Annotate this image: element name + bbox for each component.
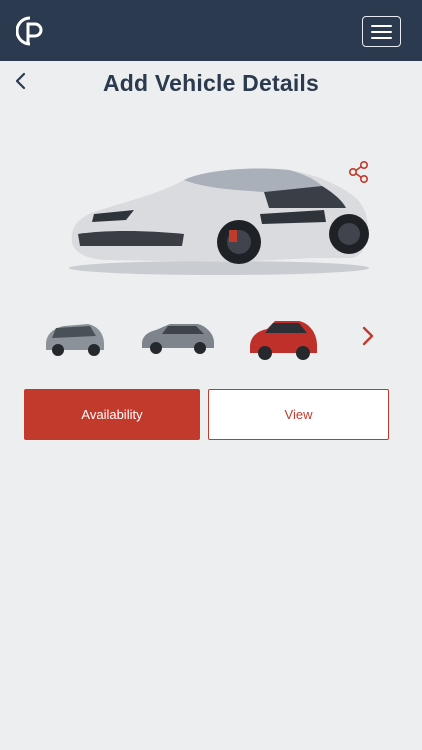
- vehicle-thumbnail[interactable]: [247, 315, 319, 363]
- logo-icon[interactable]: [16, 14, 48, 48]
- top-bar: [0, 0, 422, 61]
- menu-bar: [371, 31, 392, 33]
- page-title: Add Vehicle Details: [103, 70, 319, 96]
- vehicle-thumbnail[interactable]: [140, 316, 216, 358]
- next-chevron-icon[interactable]: [360, 324, 376, 348]
- vehicle-thumbnail[interactable]: [42, 314, 108, 360]
- menu-bar: [371, 37, 392, 39]
- availability-button[interactable]: Availability: [24, 389, 200, 440]
- menu-bar: [371, 25, 392, 27]
- menu-button[interactable]: [362, 16, 401, 47]
- main-vehicle-image: [69, 168, 369, 275]
- view-button[interactable]: View: [208, 389, 389, 440]
